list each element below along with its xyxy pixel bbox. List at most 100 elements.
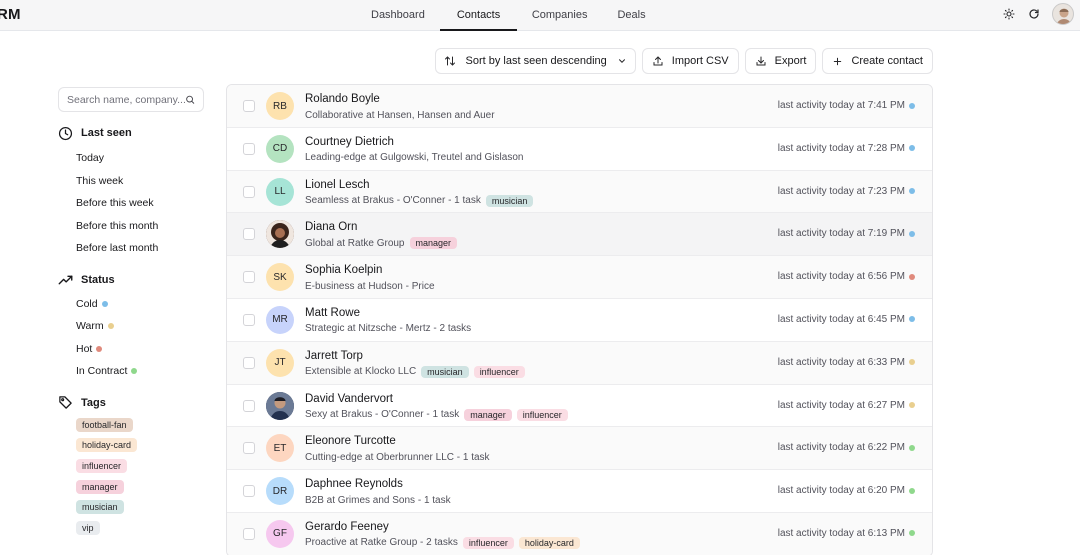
create-contact-label: Create contact xyxy=(851,55,923,67)
status-dot xyxy=(909,273,915,280)
contact-subtitle: Extensible at Klocko LLC xyxy=(305,366,417,378)
refresh-icon[interactable] xyxy=(1027,7,1041,21)
row-checkbox[interactable] xyxy=(243,228,255,241)
row-checkbox[interactable] xyxy=(243,527,255,540)
contact-info: David Vandervort Sexy at Brakus - O'Conn… xyxy=(305,392,568,423)
row-checkbox[interactable] xyxy=(243,399,255,412)
contact-row[interactable]: CD Courtney Dietrich Leading-edge at Gul… xyxy=(227,128,932,171)
contact-subtitle: Collaborative at Hansen, Hansen and Auer xyxy=(305,109,495,121)
contact-info: Jarrett Torp Extensible at Klocko LLC mus… xyxy=(305,349,525,380)
contact-row[interactable]: ET Eleonore Turcotte Cutting-edge at Obe… xyxy=(227,427,932,471)
top-bar: RM Dashboard Contacts Companies Deals xyxy=(0,0,1080,31)
contact-subtitle: Proactive at Ratke Group - 2 tasks xyxy=(305,537,458,549)
status-heading: Status xyxy=(58,272,204,288)
contact-row[interactable]: GF Gerardo Feeney Proactive at Ratke Gro… xyxy=(227,512,932,555)
contact-name[interactable]: Rolando Boyle xyxy=(305,92,495,107)
last-activity-text: last activity today at 6:27 PM xyxy=(777,399,905,411)
filter-this-week[interactable]: This week xyxy=(76,170,204,193)
contact-row[interactable]: DR Daphnee Reynolds B2B at Grimes and So… xyxy=(227,470,932,513)
status-label: Warm xyxy=(76,320,104,332)
contact-subtitle: E-business at Hudson - Price xyxy=(305,280,435,292)
contact-row[interactable]: SK Sophia Koelpin E-business at Hudson -… xyxy=(227,256,932,299)
row-checkbox[interactable] xyxy=(243,185,255,198)
contact-row[interactable]: JT Jarrett Torp Extensible at Klocko LLC… xyxy=(227,341,932,385)
create-contact-button[interactable]: Create contact xyxy=(822,48,933,74)
row-checkbox[interactable] xyxy=(243,271,255,284)
contact-name[interactable]: Eleonore Turcotte xyxy=(305,434,490,449)
import-csv-button[interactable]: Import CSV xyxy=(641,48,739,74)
header-actions xyxy=(1002,3,1074,25)
row-checkbox[interactable] xyxy=(243,356,255,369)
contact-activity: last activity today at 6:22 PM xyxy=(778,442,915,453)
filter-status-warm[interactable]: Warm xyxy=(76,315,204,338)
plus-icon xyxy=(834,57,842,65)
row-checkbox[interactable] xyxy=(243,442,255,455)
tags-title: Tags xyxy=(81,396,106,409)
app-brand[interactable]: RM xyxy=(0,6,21,23)
user-avatar[interactable] xyxy=(1052,3,1074,25)
contact-name[interactable]: Matt Rowe xyxy=(305,306,471,321)
last-activity-text: last activity today at 7:28 PM xyxy=(777,142,905,154)
contact-row[interactable]: Diana Orn Global at Ratke Group manager l… xyxy=(227,213,932,257)
filter-before-this-month[interactable]: Before this month xyxy=(76,215,204,238)
status-dot xyxy=(909,102,915,109)
contact-info: Rolando Boyle Collaborative at Hansen, H… xyxy=(305,92,495,123)
contact-name[interactable]: Sophia Koelpin xyxy=(305,263,435,278)
contact-row[interactable]: David Vandervort Sexy at Brakus - O'Conn… xyxy=(227,385,932,428)
search-input[interactable] xyxy=(67,93,185,106)
export-button[interactable]: Export xyxy=(744,48,817,74)
theme-toggle-icon[interactable] xyxy=(1002,7,1016,21)
filter-tag-chip[interactable]: vip xyxy=(76,520,100,535)
contact-tag: musician xyxy=(421,365,469,378)
tab-companies[interactable]: Companies xyxy=(517,0,603,31)
search-icon[interactable] xyxy=(185,94,195,105)
row-checkbox[interactable] xyxy=(243,485,255,498)
contact-name[interactable]: Daphnee Reynolds xyxy=(305,477,451,492)
filter-status-in-contract[interactable]: In Contract xyxy=(76,360,204,383)
filter-tag-chip[interactable]: holiday-card xyxy=(76,438,138,453)
status-label: In Contract xyxy=(76,365,128,377)
avatar-initials: JT xyxy=(274,357,286,369)
contact-row[interactable]: MR Matt Rowe Strategic at Nitzsche - Mer… xyxy=(227,299,932,342)
contact-name[interactable]: Diana Orn xyxy=(305,220,457,235)
avatar-initials: RB xyxy=(273,100,287,112)
tab-deals[interactable]: Deals xyxy=(602,0,660,31)
row-checkbox[interactable] xyxy=(243,100,255,112)
contact-name[interactable]: Jarrett Torp xyxy=(305,349,525,364)
last-seen-heading: Last seen xyxy=(58,125,204,141)
contact-subtitle-line: Cutting-edge at Oberbrunner LLC - 1 task xyxy=(305,449,490,465)
filter-status-cold[interactable]: Cold xyxy=(76,293,204,316)
last-activity-text: last activity today at 6:22 PM xyxy=(777,442,905,454)
filter-today[interactable]: Today xyxy=(76,147,204,170)
contact-subtitle-line: Leading-edge at Gulgowski, Treutel and G… xyxy=(305,150,523,166)
contact-name[interactable]: Lionel Lesch xyxy=(305,178,533,193)
contact-name[interactable]: Gerardo Feeney xyxy=(305,520,580,535)
filter-tag-chip[interactable]: manager xyxy=(76,479,124,494)
status-dot xyxy=(909,359,915,366)
upload-icon xyxy=(653,56,663,66)
filter-tag-chip[interactable]: influencer xyxy=(76,458,128,473)
contact-activity: last activity today at 6:45 PM xyxy=(778,314,915,325)
contact-row[interactable]: LL Lionel Lesch Seamless at Brakus - O'C… xyxy=(227,170,932,214)
contact-subtitle: Seamless at Brakus - O'Conner - 1 task xyxy=(305,195,481,207)
last-activity-text: last activity today at 6:56 PM xyxy=(777,271,905,283)
tab-dashboard[interactable]: Dashboard xyxy=(356,0,440,31)
sort-button[interactable]: Sort by last seen descending xyxy=(434,48,636,74)
contact-row[interactable]: RB Rolando Boyle Collaborative at Hansen… xyxy=(227,85,932,128)
filter-tag-chip[interactable]: musician xyxy=(76,500,124,515)
row-checkbox[interactable] xyxy=(243,313,255,326)
filter-tag-chip[interactable]: football-fan xyxy=(76,417,133,432)
contact-name[interactable]: Courtney Dietrich xyxy=(305,135,523,150)
contact-info: Gerardo Feeney Proactive at Ratke Group … xyxy=(305,520,580,551)
contact-name[interactable]: David Vandervort xyxy=(305,392,568,407)
filter-status-hot[interactable]: Hot xyxy=(76,338,204,361)
filter-before-this-week[interactable]: Before this week xyxy=(76,192,204,215)
contact-subtitle-line: Global at Ratke Group manager xyxy=(305,235,458,251)
tab-contacts[interactable]: Contacts xyxy=(439,0,517,31)
avatar-initials: ET xyxy=(273,442,287,454)
contact-avatar: LL xyxy=(266,177,294,206)
contact-subtitle-line: Strategic at Nitzsche - Mertz - 2 tasks xyxy=(305,321,471,337)
row-checkbox[interactable] xyxy=(243,142,255,155)
filter-before-last-month[interactable]: Before last month xyxy=(76,237,204,260)
status-label: Cold xyxy=(76,297,98,310)
